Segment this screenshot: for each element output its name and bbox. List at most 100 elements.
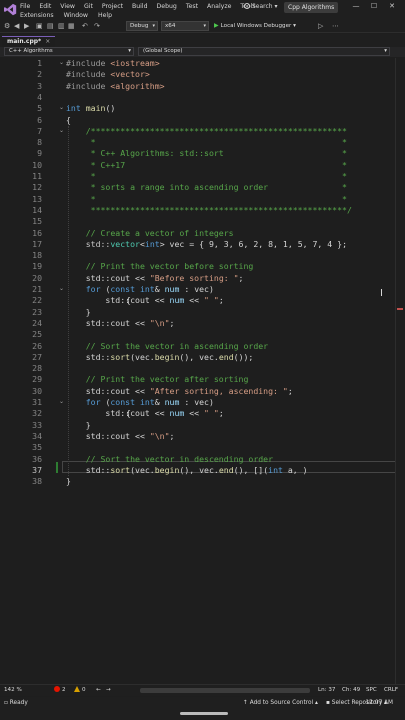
fold-icon[interactable]: ⌄ — [59, 285, 64, 292]
line-ending-indicator[interactable]: CRLF — [384, 685, 398, 696]
menu-edit[interactable]: Edit — [39, 3, 51, 10]
code-line: #include <vector> — [66, 69, 150, 80]
change-indicator — [56, 462, 58, 473]
code-line: std::sort(vec.begin(), vec.end(), [](int… — [66, 464, 308, 475]
config-value: Debug — [130, 23, 149, 29]
menu-help[interactable]: Help — [98, 12, 112, 19]
title-bar: File Edit View Git Project Build Debug T… — [0, 0, 405, 20]
line-number: 36 — [32, 453, 42, 464]
start-debugging-button[interactable]: ▶ Local Windows Debugger ▾ — [214, 21, 296, 31]
line-number: 13 — [32, 193, 42, 204]
platform-value: x64 — [165, 23, 176, 29]
error-count[interactable]: 2 — [54, 685, 66, 696]
search-box[interactable]: Search ▾ — [244, 3, 278, 10]
nav-forward-icon[interactable]: → — [106, 685, 111, 696]
menu-extensions[interactable]: Extensions — [20, 12, 54, 19]
chevron-down-icon: ▾ — [128, 48, 131, 54]
window-controls: — ☐ ✕ — [347, 2, 401, 10]
line-number: 23 — [32, 306, 42, 317]
line-number: 38 — [32, 476, 42, 487]
menu-test[interactable]: Test — [186, 3, 198, 10]
menu-project[interactable]: Project — [102, 3, 123, 10]
code-line: // Sort the vector in descending order — [66, 453, 274, 464]
tab-label: main.cpp* — [7, 38, 42, 45]
save-icon[interactable]: ▥ — [58, 22, 65, 31]
new-item-icon[interactable]: ▣ — [36, 22, 43, 31]
code-line: // Print the vector after sorting — [66, 374, 249, 385]
line-number: 3 — [37, 80, 42, 91]
line-number: 29 — [32, 374, 42, 385]
line-number: 33 — [32, 419, 42, 430]
chevron-down-icon: ▾ — [152, 23, 155, 29]
fold-icon[interactable]: ⌄ — [59, 104, 64, 111]
code-line: * * — [66, 137, 347, 148]
scope-dropdown[interactable]: (Global Scope) ▾ — [138, 47, 390, 56]
code-line: /***************************************… — [66, 125, 347, 136]
menu-window[interactable]: Window — [64, 12, 88, 19]
code-line: { — [66, 114, 71, 125]
code-line: int main() — [66, 103, 116, 114]
back-icon[interactable]: ◀ — [14, 22, 19, 31]
chevron-down-icon: ▾ — [384, 48, 387, 54]
project-dropdown[interactable]: C++ Algorithms ▾ — [4, 47, 134, 56]
close-icon[interactable]: × — [45, 38, 50, 45]
line-number: 2 — [37, 69, 42, 80]
system-clock: 12:07 AM — [365, 700, 393, 706]
config-select[interactable]: Debug ▾ — [126, 21, 158, 31]
line-number: 31 — [32, 397, 42, 407]
line-number: 16 — [32, 227, 42, 238]
whitespace-indicator[interactable]: SPC — [366, 685, 377, 696]
warning-count[interactable]: 0 — [74, 685, 86, 696]
forward-icon[interactable]: ▶ — [24, 22, 29, 31]
save-all-icon[interactable]: ▦ — [68, 22, 75, 31]
menu-view[interactable]: View — [60, 3, 75, 10]
minimize-icon[interactable]: — — [347, 2, 365, 10]
settings-icon[interactable]: ⚙ — [4, 22, 10, 31]
code-line: for (const int& num : vec) — [85, 397, 214, 407]
column-indicator: Ch: 49 — [342, 687, 361, 693]
warning-icon — [74, 686, 80, 692]
code-line: #include <algorithm> — [66, 80, 165, 91]
line-number: 10 — [32, 159, 42, 170]
project-name-badge: Cpp Algorithms — [284, 2, 339, 13]
run-without-debugging-icon[interactable]: ▷ — [318, 22, 323, 31]
line-number: 30 — [32, 385, 42, 396]
code-line: std::cout << "\n"; — [66, 430, 175, 441]
platform-select[interactable]: x64 ▾ — [161, 21, 209, 31]
code-editor[interactable]: ⌄ ⌄ ⌄ ⌄ ⌄ #include <iostream> #include <… — [0, 58, 405, 684]
redo-icon[interactable]: ↷ — [94, 22, 100, 31]
tools-icon[interactable]: ⋯ — [332, 22, 339, 31]
line-number: 4 — [37, 91, 42, 102]
line-number: 25 — [32, 329, 42, 340]
chevron-down-icon: ▾ — [203, 23, 206, 29]
vertical-scrollbar[interactable] — [395, 58, 405, 684]
open-icon[interactable]: ▤ — [47, 22, 54, 31]
nav-back-icon[interactable]: ← — [96, 685, 101, 696]
horizontal-scrollbar[interactable] — [140, 688, 310, 693]
line-number: 24 — [32, 317, 42, 328]
search-icon — [244, 3, 250, 9]
maximize-icon[interactable]: ☐ — [365, 2, 383, 10]
visual-studio-logo-icon[interactable] — [4, 3, 17, 16]
tab-row: main.cpp* × — [0, 34, 405, 47]
fold-icon[interactable]: ⌄ — [59, 59, 64, 66]
text-cursor-icon: I — [380, 288, 383, 299]
fold-icon[interactable]: ⌄ — [59, 398, 64, 405]
close-icon[interactable]: ✕ — [383, 2, 401, 10]
menu-debug[interactable]: Debug — [157, 3, 177, 10]
menu-file[interactable]: File — [20, 3, 30, 10]
code-line: * C++17 * — [66, 159, 347, 170]
undo-icon[interactable]: ↶ — [82, 22, 88, 31]
line-number: 17 — [32, 238, 42, 249]
zoom-level[interactable]: 142 % — [4, 685, 22, 696]
menu-git[interactable]: Git — [84, 3, 93, 10]
fold-icon[interactable]: ⌄ — [59, 127, 64, 134]
status-ready: ▫ Ready — [4, 700, 28, 706]
line-number: 21 — [32, 284, 42, 294]
scope-breadcrumb: (Global Scope) — [143, 48, 183, 54]
code-line: ****************************************… — [66, 204, 352, 215]
menu-build[interactable]: Build — [132, 3, 148, 10]
menu-analyze[interactable]: Analyze — [207, 3, 231, 10]
add-to-source-control-button[interactable]: ↑ Add to Source Control ▴ — [243, 700, 318, 706]
tab-main-cpp[interactable]: main.cpp* × — [2, 36, 56, 47]
